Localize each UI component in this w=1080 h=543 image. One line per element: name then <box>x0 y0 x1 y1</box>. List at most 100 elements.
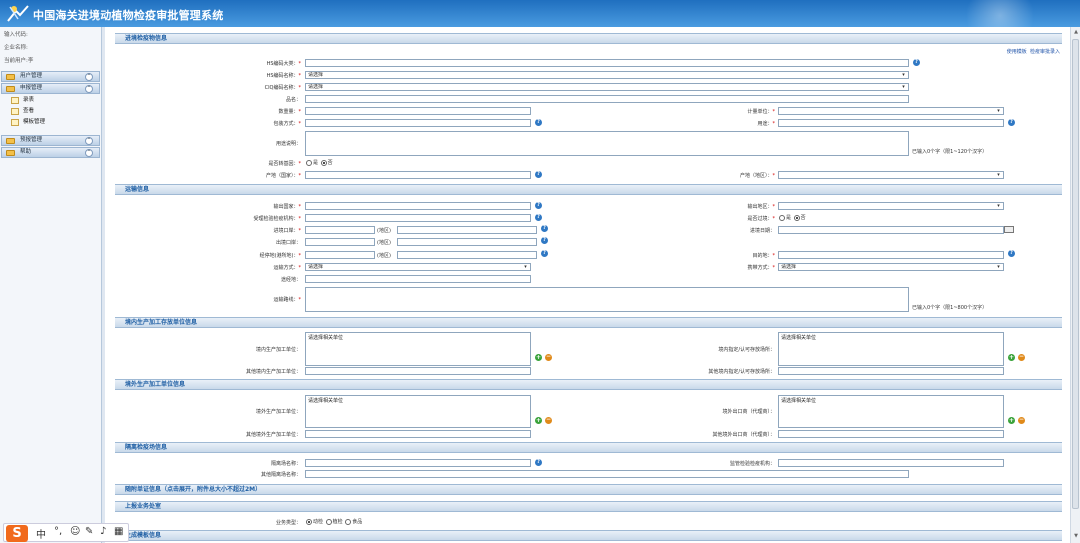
other-domestic-store-input[interactable] <box>778 367 1004 375</box>
packaging-input[interactable] <box>305 119 531 127</box>
add-icon[interactable]: + <box>535 354 542 361</box>
transport-mode-select[interactable]: 请选择 ▾ <box>305 263 531 271</box>
foreign-unit-list[interactable]: 请选择相关单位 <box>305 395 531 428</box>
batch-create-link[interactable]: 检疫审批录入 <box>1030 49 1060 55</box>
ciq-name-select[interactable]: 请选择 ▾ <box>305 83 909 91</box>
menu-help[interactable]: 帮助 ⌃ <box>1 147 100 158</box>
unit-select[interactable]: ▾ <box>778 107 1004 115</box>
sidebar-item-template[interactable]: 模板管理 <box>0 117 101 128</box>
origin-country-input[interactable] <box>305 171 531 179</box>
transit-port-input[interactable] <box>305 251 375 259</box>
sidebar-item-entry[interactable]: 录表 <box>0 95 101 106</box>
section-template[interactable]: 生成模板信息 <box>115 530 1062 541</box>
remove-icon[interactable]: − <box>545 354 552 361</box>
origin-region-select[interactable]: ▾ <box>778 171 1004 179</box>
microphone-icon[interactable]: ♪ <box>100 526 106 537</box>
destination-input[interactable] <box>778 251 1004 259</box>
entry-port-input[interactable] <box>305 226 375 234</box>
quarantine-org-input[interactable] <box>778 459 1004 467</box>
entry-port-region-input[interactable] <box>397 226 537 234</box>
quantity-input[interactable] <box>305 107 531 115</box>
usage-desc-textarea[interactable] <box>305 131 909 156</box>
use-template-link[interactable]: 使用模板 <box>1007 49 1027 55</box>
radio-no[interactable] <box>793 214 800 221</box>
grid-icon[interactable]: ▦ <box>114 526 123 537</box>
other-foreign-unit-input[interactable] <box>305 430 531 438</box>
sidebar-item-view[interactable]: 查看 <box>0 106 101 117</box>
collapse-toggle-icon[interactable]: ⌃ <box>85 137 93 145</box>
remove-icon[interactable]: − <box>545 417 552 424</box>
help-icon[interactable]: ? <box>1008 119 1015 126</box>
help-icon[interactable]: ? <box>541 237 548 244</box>
help-icon[interactable]: ? <box>535 202 542 209</box>
help-icon[interactable]: ? <box>535 214 542 221</box>
entry-date-input[interactable] <box>778 226 1004 234</box>
add-icon[interactable]: + <box>1008 354 1015 361</box>
radio-plant[interactable] <box>325 518 332 525</box>
collapse-toggle-icon[interactable]: ⌃ <box>85 73 93 81</box>
emoji-icon[interactable]: ☺ <box>70 526 80 537</box>
other-domestic-unit-input[interactable] <box>305 367 531 375</box>
radio-food[interactable] <box>345 518 352 525</box>
help-icon[interactable]: ? <box>541 225 548 232</box>
menu-user-management[interactable]: 用户管理 ⌃ <box>1 71 100 82</box>
inspect-org-input[interactable] <box>305 214 531 222</box>
exit-port-region-input[interactable] <box>397 238 537 246</box>
add-icon[interactable]: + <box>1008 417 1015 424</box>
section-quarantine[interactable]: 隔离检疫场信息 <box>115 442 1062 453</box>
user-info-user: 当前用户:李 <box>4 58 34 64</box>
remove-icon[interactable]: − <box>1018 354 1025 361</box>
exit-port-input[interactable] <box>305 238 375 246</box>
help-icon[interactable]: ? <box>535 171 542 178</box>
scrollbar-thumb[interactable] <box>1072 39 1079 509</box>
help-icon[interactable]: ? <box>913 59 920 66</box>
radio-no[interactable] <box>320 159 327 166</box>
section-foreign-unit[interactable]: 境外生产加工单位信息 <box>115 379 1062 390</box>
pen-icon[interactable]: ✎ <box>85 526 93 537</box>
other-foreign-exporter-input[interactable] <box>778 430 1004 438</box>
usage-input[interactable] <box>778 119 1004 127</box>
calendar-icon[interactable] <box>1004 226 1014 233</box>
foreign-exporter-list[interactable]: 请选择相关单位 <box>778 395 1004 428</box>
other-quarantine-site-input[interactable] <box>305 470 909 478</box>
help-icon[interactable]: ? <box>535 119 542 126</box>
remove-icon[interactable]: − <box>1018 417 1025 424</box>
collapse-toggle-icon[interactable]: ⌃ <box>85 85 93 93</box>
scroll-down-icon[interactable]: ▼ <box>1073 533 1079 539</box>
via-place-input[interactable] <box>305 275 531 283</box>
domestic-store-list[interactable]: 请选择相关单位 <box>778 332 1004 366</box>
export-region-select[interactable]: ▾ <box>778 202 1004 210</box>
add-icon[interactable]: + <box>535 417 542 424</box>
domestic-unit-list[interactable]: 请选择相关单位 <box>305 332 531 366</box>
ime-logo-icon[interactable]: S <box>6 525 28 542</box>
scroll-up-icon[interactable]: ▲ <box>1073 29 1079 35</box>
radio-animal[interactable] <box>306 518 312 525</box>
section-business-office[interactable]: 上报业务处室 <box>115 501 1062 512</box>
quarantine-site-input[interactable] <box>305 459 531 467</box>
hs-name-select[interactable]: 请选择 ▾ <box>305 71 909 79</box>
collapse-toggle-icon[interactable]: ⌃ <box>85 149 93 157</box>
radio-yes[interactable] <box>779 214 785 221</box>
carry-mode-select[interactable]: 请选择 ▾ <box>778 263 1004 271</box>
page-scrollbar[interactable]: ▲ ▼ <box>1070 27 1080 543</box>
help-icon[interactable]: ? <box>1008 250 1015 257</box>
section-attachments[interactable]: 随附单证信息（点击展开，附件总大小不超过2M） <box>115 484 1062 495</box>
transit-port-region-input[interactable] <box>397 251 537 259</box>
menu-declaration-management[interactable]: 申报管理 ⌃ <box>1 83 100 94</box>
section-domestic-unit[interactable]: 境内生产加工存放单位信息 <box>115 317 1062 328</box>
punctuation-icon[interactable]: °, <box>54 526 62 537</box>
route-textarea[interactable] <box>305 287 909 312</box>
section-transport[interactable]: 运输信息 <box>115 184 1062 195</box>
label-quarantine-org: 监管检验检疫机构： <box>729 461 775 467</box>
help-icon[interactable]: ? <box>535 459 542 466</box>
help-icon[interactable]: ? <box>541 250 548 257</box>
menu-forecast-management[interactable]: 预报管理 ⌃ <box>1 135 100 146</box>
section-goods[interactable]: 进境检疫物信息 <box>115 33 1062 44</box>
export-country-input[interactable] <box>305 202 531 210</box>
hs-category-input[interactable] <box>305 59 909 67</box>
product-name-input[interactable] <box>305 95 909 103</box>
sidebar-splitter[interactable] <box>102 27 105 543</box>
radio-yes[interactable] <box>306 159 312 166</box>
ime-language-toggle[interactable]: 中 <box>36 526 46 541</box>
label-usage-desc: 用途说明： <box>275 141 301 147</box>
